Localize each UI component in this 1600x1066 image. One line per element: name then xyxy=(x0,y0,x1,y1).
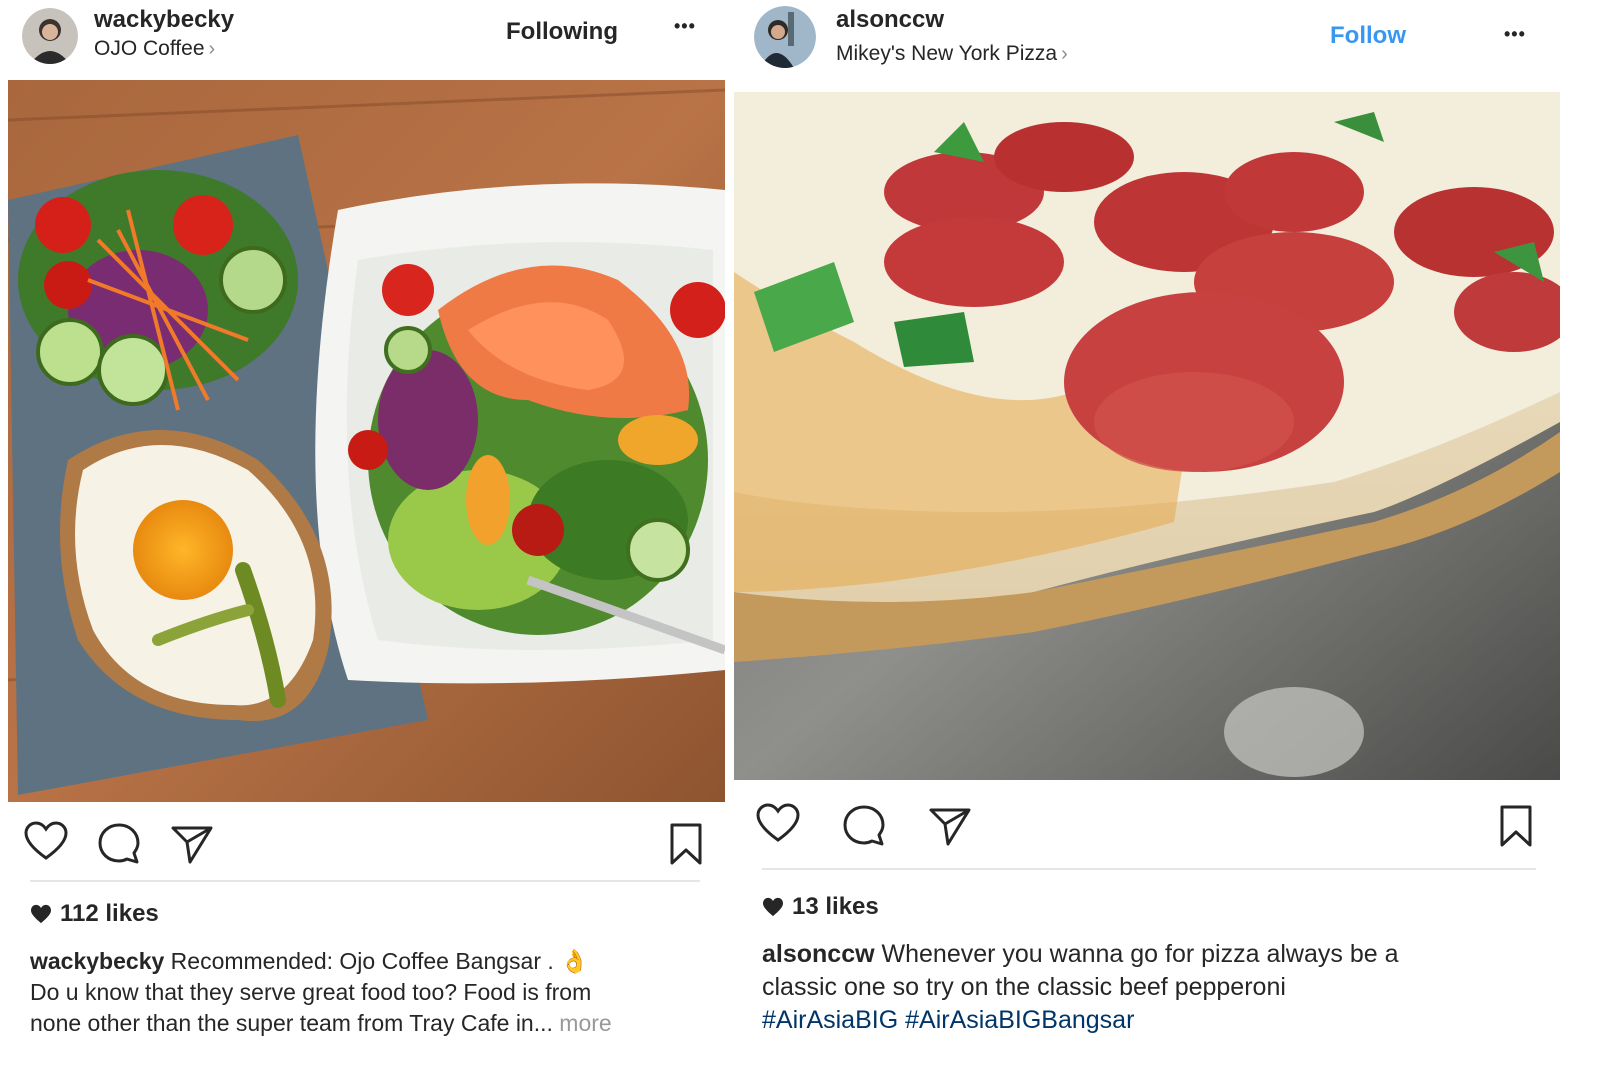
heart-filled-icon xyxy=(763,897,783,917)
share-icon[interactable] xyxy=(926,802,974,850)
share-icon[interactable] xyxy=(168,820,216,868)
location-link[interactable]: Mikey's New York Pizza › xyxy=(836,42,1068,66)
caption-username[interactable]: alsonccw xyxy=(762,940,875,968)
post-caption: alsonccw Whenever you wanna go for pizza… xyxy=(762,938,1562,1037)
comment-icon[interactable] xyxy=(95,820,143,868)
chevron-right-icon: › xyxy=(208,38,216,60)
post-photo[interactable] xyxy=(8,80,725,802)
location-label: OJO Coffee xyxy=(94,37,205,60)
caption-text-line2: classic one so try on the classic beef p… xyxy=(762,973,1286,1001)
caption-text-line1: Whenever you wanna go for pizza always b… xyxy=(881,940,1399,968)
username[interactable]: wackybecky xyxy=(94,6,234,34)
likes-label: 112 likes xyxy=(60,900,159,927)
post-photo[interactable] xyxy=(734,92,1560,780)
follow-button[interactable]: Follow xyxy=(1330,22,1406,50)
more-options-icon[interactable]: ••• xyxy=(1504,24,1526,45)
divider xyxy=(30,880,700,882)
comment-icon[interactable] xyxy=(840,802,888,850)
heart-icon[interactable] xyxy=(754,800,802,848)
like-count[interactable]: 13 likes xyxy=(762,893,879,921)
location-label: Mikey's New York Pizza xyxy=(836,42,1058,65)
likes-label: 13 likes xyxy=(792,893,879,920)
bookmark-icon[interactable] xyxy=(662,820,710,868)
heart-filled-icon xyxy=(31,904,51,924)
caption-text-line3: none other than the super team from Tray… xyxy=(30,1010,553,1036)
post-header: wackybecky OJO Coffee › Following ••• xyxy=(0,0,740,78)
chevron-right-icon: › xyxy=(1061,43,1068,65)
location-link[interactable]: OJO Coffee › xyxy=(94,37,215,61)
hashtag-link[interactable]: #AirAsiaBIGBangsar xyxy=(905,1006,1134,1034)
ok-hand-emoji: 👌 xyxy=(560,948,589,974)
post-caption: wackybecky Recommended: Ojo Coffee Bangs… xyxy=(30,946,730,1039)
caption-username[interactable]: wackybecky xyxy=(30,948,164,974)
post-card-right: alsonccw Mikey's New York Pizza › Follow … xyxy=(734,0,1600,1066)
post-card-left: wackybecky OJO Coffee › Following ••• 11… xyxy=(0,0,740,1066)
caption-text-line1: Recommended: Ojo Coffee Bangsar . xyxy=(170,948,561,974)
avatar[interactable] xyxy=(754,6,816,68)
divider xyxy=(762,868,1536,870)
hashtag-link[interactable]: #AirAsiaBIG xyxy=(762,1006,898,1034)
username[interactable]: alsonccw xyxy=(836,6,944,34)
caption-text-line2: Do u know that they serve great food too… xyxy=(30,979,592,1005)
following-button[interactable]: Following xyxy=(506,18,618,46)
avatar[interactable] xyxy=(22,8,78,64)
more-link[interactable]: more xyxy=(559,1010,611,1036)
heart-icon[interactable] xyxy=(22,818,70,866)
post-header: alsonccw Mikey's New York Pizza › Follow … xyxy=(740,0,1600,78)
like-count[interactable]: 112 likes xyxy=(30,900,159,928)
more-options-icon[interactable]: ••• xyxy=(674,16,696,37)
bookmark-icon[interactable] xyxy=(1492,802,1540,850)
